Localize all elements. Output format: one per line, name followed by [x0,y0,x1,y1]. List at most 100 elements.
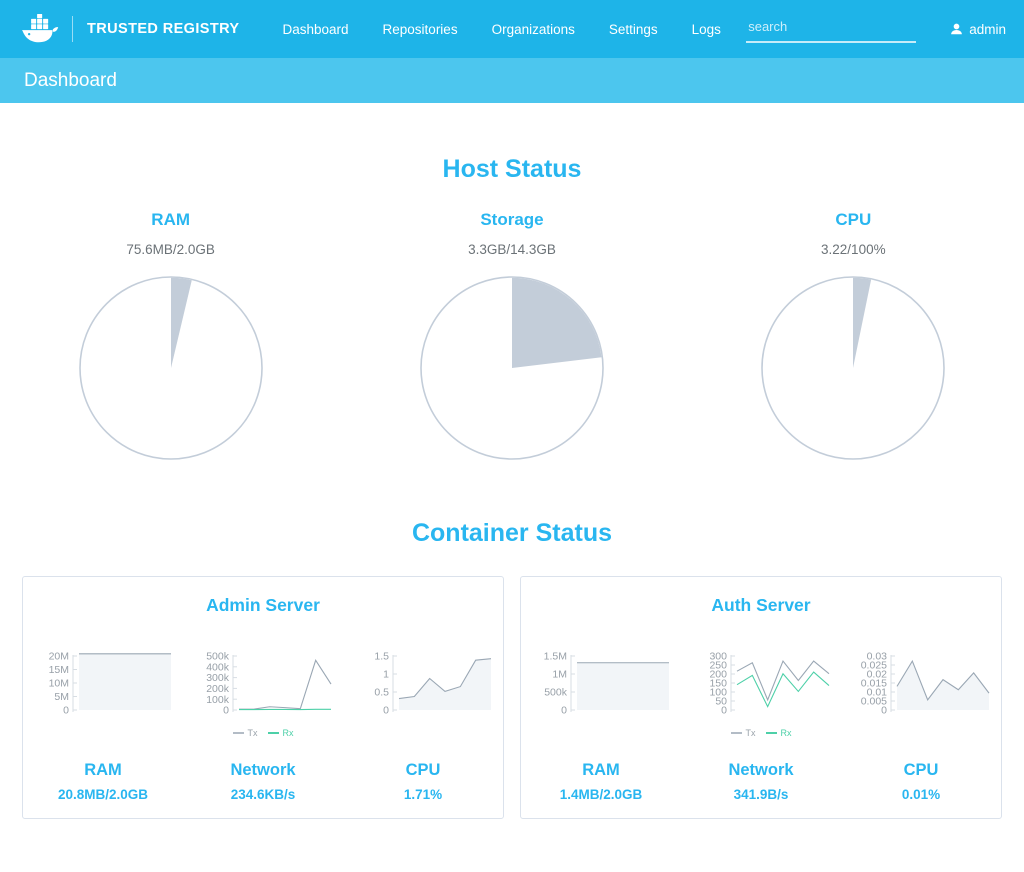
svg-text:1.5M: 1.5M [544,652,567,663]
svg-text:0: 0 [383,705,389,717]
sparkline-network: 500k400k300k200k100k0 [206,652,332,717]
legend-dash-rx-icon [765,732,777,734]
docker-whale-icon [18,14,60,44]
sparkline-cpu: 0.030.0250.020.0150.010.0050 [861,652,990,717]
card-metric-cpu: CPU 1.71% [343,761,503,802]
metric-name: Network [230,761,296,779]
metric-value: 341.9B/s [733,787,789,802]
host-status-title: Host Status [442,155,582,183]
host-metric-cpu: CPU 3.22/100% [683,210,1024,461]
card-metric-cpu: CPU 0.01% [841,761,1001,802]
host-metric-value: 75.6MB/2.0GB [126,242,215,257]
nav-link-organizations[interactable]: Organizations [475,22,592,37]
user-icon [950,23,969,36]
sparkline-network: 300250200150100500 [709,652,830,717]
svg-text:1.5: 1.5 [374,652,389,663]
host-metric-value: 3.3GB/14.3GB [468,242,556,257]
brand-divider [72,16,73,42]
host-metric-storage: Storage 3.3GB/14.3GB [341,210,682,461]
legend-dash-rx-icon [267,732,279,734]
legend-item-tx: Tx [232,728,258,738]
user-menu[interactable]: admin [950,22,1006,37]
svg-text:500k: 500k [544,687,568,699]
host-metric-name: RAM [151,210,191,229]
legend-label-tx: Tx [247,728,258,738]
mini-chart-network: 300 250 200 150 100 50 0 Tx Rx [681,652,841,739]
svg-text:20M: 20M [49,652,69,663]
host-status-row: RAM 75.6MB/2.0GB Storage 3.3GB/14.3GB CP… [0,210,1024,461]
svg-text:0.5: 0.5 [374,687,389,699]
sparkline-ram: 1.5M 1M 500k 0 [544,652,669,717]
metric-value: 1.4MB/2.0GB [559,787,643,802]
host-pie-ram [0,275,341,461]
card-metric-ram: RAM 1.4MB/2.0GB [521,761,681,802]
container-card-admin-server[interactable]: Admin Server 20M 15M 10M 5M 0 500k 400k 300k 20… [22,576,504,819]
metric-value: 1.71% [403,787,443,802]
card-metric-network: Network 341.9B/s [681,761,841,802]
card-mini-charts: 20M 15M 10M 5M 0 500k 400k 300k 200k 100k 0 Tx Rx [23,652,503,739]
metric-name: CPU [903,761,939,779]
sparkline-cpu: 1.5 1 0.5 0 [374,652,492,717]
metric-value: 234.6KB/s [230,787,296,802]
top-navbar: TRUSTED REGISTRY Dashboard Repositories … [0,0,1024,58]
pie-chart-storage [420,276,604,460]
legend-item-rx: Rx [267,728,294,738]
legend-item-tx: Tx [730,728,756,738]
sparkline-ram: 20M15M 10M5M 0 [49,652,171,717]
metric-value: 20.8MB/2.0GB [57,787,149,802]
nav-link-repositories[interactable]: Repositories [366,22,475,37]
legend-label-tx: Tx [745,728,756,738]
svg-text:0: 0 [223,705,229,717]
svg-text:10M: 10M [49,678,69,690]
card-title: Admin Server [206,595,320,615]
svg-text:1M: 1M [552,669,567,681]
metric-value: 0.01% [901,787,941,802]
host-pie-storage [341,275,682,461]
card-title: Auth Server [711,595,811,615]
navbar-right: admin [746,0,1006,58]
page-title: Dashboard [24,69,117,91]
nav-links: Dashboard Repositories Organizations Set… [265,22,737,37]
legend-dash-tx-icon [730,732,742,734]
container-status-title: Container Status [411,519,613,547]
container-card-auth-server[interactable]: Auth Server 1.5M 1M 500k 0 300 250 200 150 100 5… [520,576,1002,819]
host-metric-ram: RAM 75.6MB/2.0GB [0,210,341,461]
container-cards-row: Admin Server 20M 15M 10M 5M 0 500k 400k 300k 20… [0,576,1024,819]
search-input[interactable] [746,15,917,43]
host-metric-name: Storage [480,210,544,229]
metric-name: RAM [84,761,122,779]
mini-chart-network: 500k 400k 300k 200k 100k 0 Tx Rx [183,652,343,739]
metric-name: Network [728,761,794,779]
legend-label-rx: Rx [282,728,294,738]
metric-name: CPU [405,761,441,779]
legend-dash-tx-icon [232,732,244,734]
svg-text:1: 1 [383,669,389,681]
svg-text:0: 0 [881,705,887,717]
svg-text:0: 0 [721,705,727,717]
svg-text:0: 0 [561,705,567,717]
legend-item-rx: Rx [765,728,792,738]
host-metric-name: CPU [835,210,872,229]
network-legend: Tx Rx [726,728,797,738]
card-metrics-row: RAM 20.8MB/2.0GB Network 234.6KB/s CPU 1… [23,761,503,802]
mini-chart-cpu: 1.5 1 0.5 0 [343,652,503,739]
svg-text:0: 0 [63,705,69,717]
host-pie-cpu [683,275,1024,461]
nav-link-dashboard[interactable]: Dashboard [265,22,365,37]
metric-name: RAM [582,761,620,779]
nav-link-logs[interactable]: Logs [675,22,738,37]
pie-chart-cpu [761,276,946,460]
mini-chart-cpu: 0.03 0.025 0.02 0.015 0.01 0.005 0 [841,652,1001,739]
host-metric-value: 3.22/100% [821,242,886,257]
nav-link-settings[interactable]: Settings [592,22,675,37]
card-metric-network: Network 234.6KB/s [183,761,343,802]
card-metrics-row: RAM 1.4MB/2.0GB Network 341.9B/s CPU 0.0… [521,761,1001,802]
network-legend: Tx Rx [228,728,299,738]
mini-chart-ram: 20M 15M 10M 5M 0 [23,652,183,739]
svg-text:15M: 15M [49,664,69,676]
pie-chart-ram [78,276,263,460]
brand[interactable]: TRUSTED REGISTRY [18,14,239,44]
page-subheader: Dashboard [0,58,1024,103]
svg-text:5M: 5M [54,691,69,703]
brand-title: TRUSTED REGISTRY [87,21,240,37]
